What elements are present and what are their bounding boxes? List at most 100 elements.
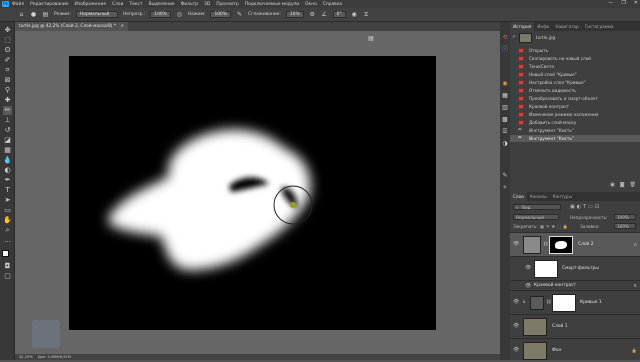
smoothing-field[interactable]: 10%	[285, 11, 304, 18]
properties-panel-icon[interactable]: ☰	[501, 128, 509, 136]
layer-kind-filter[interactable]: ⌕ Вид	[513, 204, 561, 210]
gradient-tool-icon[interactable]: ▦	[3, 146, 12, 155]
visibility-eye-icon[interactable]: 👁	[513, 241, 519, 247]
brush-settings-icon[interactable]: ▤	[42, 11, 49, 18]
visibility-eye-icon[interactable]: 👁	[525, 283, 531, 289]
new-document-from-state-icon[interactable]: ▣	[610, 182, 615, 188]
more-tools-icon[interactable]: …	[3, 236, 12, 245]
zoom-tool-icon[interactable]: ⌕	[3, 226, 12, 235]
tab-info[interactable]: Инфо	[534, 22, 552, 31]
shape-tool-icon[interactable]: ▭	[3, 206, 12, 215]
dodge-tool-icon[interactable]: ◐	[3, 166, 12, 175]
brush-tool-icon[interactable]: ✏	[3, 106, 12, 115]
link-chain-icon[interactable]: ⛓	[543, 241, 548, 247]
move-tool-icon[interactable]: ✥	[3, 26, 12, 35]
eraser-tool-icon[interactable]: ◪	[3, 136, 12, 145]
document-canvas[interactable]	[69, 56, 436, 330]
menu-image[interactable]: Изображение	[74, 2, 106, 7]
zoom-level[interactable]: 42,19%	[19, 355, 33, 359]
crop-tool-icon[interactable]: ⌗	[3, 66, 12, 75]
pressure-size-icon[interactable]: ◉	[351, 11, 358, 18]
mode-select[interactable]: Нормальный	[75, 11, 118, 18]
pressure-opacity-icon[interactable]: ◎	[176, 11, 183, 18]
path-select-tool-icon[interactable]: ➤	[3, 196, 12, 205]
tab-history[interactable]: История	[510, 22, 535, 31]
history-item[interactable]: Отменить видимость	[510, 87, 640, 94]
hand-tool-icon[interactable]: ✋	[3, 216, 12, 225]
menu-layers[interactable]: Слои	[112, 2, 123, 7]
menu-plugins[interactable]: Подключаемые модули	[245, 2, 299, 7]
menu-filter[interactable]: Фильтр	[181, 2, 198, 7]
quick-mask-icon[interactable]: ◘	[3, 262, 12, 271]
history-panel-icon[interactable]: ⟲	[501, 34, 509, 42]
info-panel-icon[interactable]: ⓘ	[501, 46, 509, 54]
lock-icons[interactable]: ▦✎✥⬚🔒	[540, 224, 570, 230]
history-item[interactable]: Скопировать на новый слой	[510, 55, 640, 62]
gradients-panel-icon[interactable]: ▥	[501, 104, 509, 112]
smoothing-gear-icon[interactable]: ⚙	[309, 11, 316, 18]
home-icon[interactable]: ⌂	[18, 11, 25, 18]
layer-name[interactable]: Слой 2	[578, 242, 594, 247]
document-tab[interactable]: turtle.jpg @ 42,2% (Слой 2, Слой-маска/8…	[15, 22, 128, 31]
menu-type[interactable]: Текст	[129, 2, 142, 7]
delete-state-icon[interactable]: 🗑	[630, 182, 636, 188]
visibility-eye-icon[interactable]: 👁	[513, 299, 519, 305]
layer-mask-thumbnail[interactable]	[552, 294, 576, 312]
clone-stamp-tool-icon[interactable]: ⊥	[3, 116, 12, 125]
history-item[interactable]: Преобразовать в смарт-объект	[510, 95, 640, 102]
tab-navigator[interactable]: Навигатор	[552, 22, 581, 31]
eyedropper-tool-icon[interactable]: ⚲	[3, 86, 12, 95]
minimize-icon[interactable]: —	[608, 0, 613, 6]
pen-tool-icon[interactable]: ✒	[3, 176, 12, 185]
history-item[interactable]: Открыть	[510, 47, 640, 54]
quick-select-tool-icon[interactable]: ✐	[3, 56, 12, 65]
history-item[interactable]: Новый слой "Кривые"	[510, 71, 640, 78]
visibility-eye-icon[interactable]: 👁	[525, 265, 531, 271]
lasso-tool-icon[interactable]: ʘ	[3, 46, 12, 55]
visibility-eye-icon[interactable]: 👁	[513, 347, 519, 353]
foreground-color-swatch[interactable]	[2, 250, 9, 257]
menu-view[interactable]: Просмотр	[216, 2, 239, 7]
layer-name[interactable]: Смарт-фильтры	[562, 266, 599, 271]
screen-mode-icon[interactable]: ▢	[3, 272, 12, 281]
layer-name[interactable]: Кривые 1	[580, 300, 602, 305]
type-tool-icon[interactable]: T	[3, 186, 12, 195]
menu-3d[interactable]: 3D	[204, 2, 210, 7]
history-item[interactable]: Краевой контраст	[510, 103, 640, 110]
tab-channels[interactable]: Каналы	[527, 192, 550, 201]
history-brush-tool-icon[interactable]: ↺	[3, 126, 12, 135]
layer-row[interactable]: 👁 Слой 1	[510, 314, 640, 338]
adjustments-panel-icon[interactable]: ◑	[501, 140, 509, 148]
layer-row[interactable]: 👁 Краевой контраст ⇅	[510, 280, 640, 290]
opacity-field[interactable]: 100%	[150, 11, 171, 18]
marquee-tool-icon[interactable]: ⬚	[3, 36, 12, 45]
layer-filter-icons[interactable]: ▣◐T▭⊡	[570, 204, 601, 210]
fill-field[interactable]: 100%	[614, 223, 636, 229]
floating-toolbar-icon[interactable]: ▤	[367, 35, 375, 43]
layer-row[interactable]: 👁 Смарт-фильтры	[510, 256, 640, 280]
patterns-panel-icon[interactable]: ▩	[501, 116, 509, 124]
layer-name[interactable]: Краевой контраст	[534, 283, 576, 288]
menu-window[interactable]: Окно	[305, 2, 317, 7]
healing-tool-icon[interactable]: ✚	[3, 96, 12, 105]
history-item[interactable]: Добавить слой-маску	[510, 119, 640, 126]
close-window-icon[interactable]: ✕	[634, 0, 638, 6]
link-chain-icon[interactable]: ⛓	[546, 299, 551, 305]
layer-name[interactable]: Фон	[552, 348, 561, 353]
swatches-panel-icon[interactable]: ▦	[501, 92, 509, 100]
history-item[interactable]: ✏ Инструмент "Кисть"	[510, 127, 640, 134]
history-item[interactable]: Изменение режима наложения	[510, 111, 640, 118]
layer-row[interactable]: 👁 Фон 🔒	[510, 338, 640, 362]
menu-edit[interactable]: Редактирование	[30, 2, 68, 7]
layer-row[interactable]: 👁 ↳ ⛓ Кривые 1	[510, 290, 640, 314]
blend-mode-select[interactable]: Нормальный	[513, 214, 559, 220]
airbrush-icon[interactable]: ✎	[236, 11, 243, 18]
snapshot-camera-icon[interactable]: ◙	[620, 182, 625, 188]
menu-help[interactable]: Справка	[323, 2, 342, 7]
history-snapshot[interactable]: ✓ turtle.jpg	[510, 32, 640, 44]
layer-opacity-field[interactable]: 100%	[614, 214, 636, 220]
history-item[interactable]: Тени/Света	[510, 63, 640, 70]
color-panel-icon[interactable]: ◉	[501, 80, 509, 88]
visibility-eye-icon[interactable]: 👁	[513, 323, 519, 329]
maximize-icon[interactable]: ❐	[621, 0, 625, 6]
